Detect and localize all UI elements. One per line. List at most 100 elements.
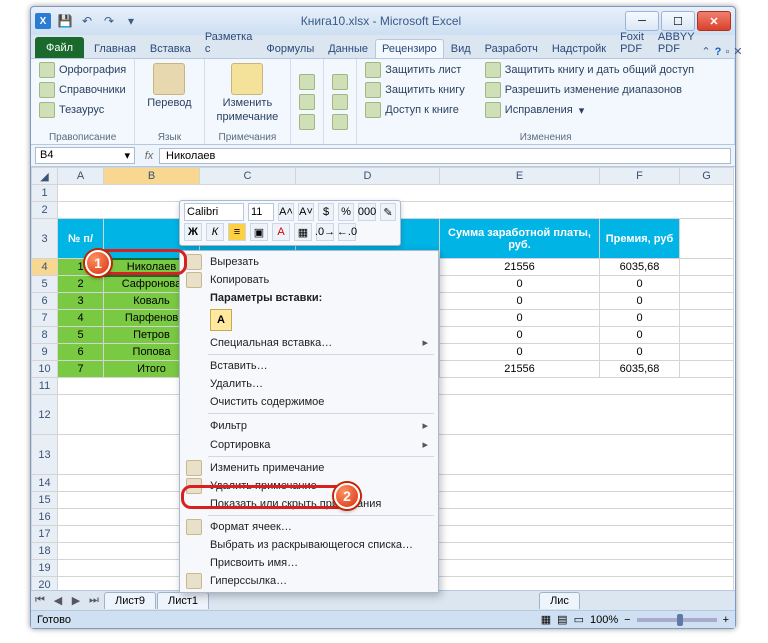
- cell[interactable]: 6035,68: [600, 259, 680, 276]
- mdi-close-icon[interactable]: ✕: [733, 45, 742, 58]
- protect-share-button[interactable]: Защитить книгу и дать общий доступ: [483, 61, 696, 79]
- ctx-insert[interactable]: Вставить…: [182, 357, 436, 375]
- share-book-button[interactable]: Доступ к книге: [363, 101, 467, 119]
- row-header[interactable]: 11: [32, 378, 58, 395]
- tab-layout[interactable]: Разметка с: [198, 27, 260, 58]
- row-header[interactable]: 7: [32, 310, 58, 327]
- row-header[interactable]: 17: [32, 526, 58, 543]
- row-header[interactable]: 9: [32, 344, 58, 361]
- close-button[interactable]: ✕: [697, 11, 731, 31]
- ctx-filter[interactable]: Фильтр▸: [182, 416, 436, 435]
- ctx-clear[interactable]: Очистить содержимое: [182, 393, 436, 411]
- ctx-copy[interactable]: Копировать: [182, 271, 436, 289]
- qat-dropdown-icon[interactable]: ▾: [123, 13, 139, 29]
- minimize-ribbon-icon[interactable]: ⌃: [701, 45, 710, 58]
- cell[interactable]: 0: [440, 344, 600, 361]
- cell[interactable]: 4: [58, 310, 104, 327]
- increase-decimal-icon[interactable]: .0→: [316, 223, 334, 241]
- cell[interactable]: 0: [440, 293, 600, 310]
- percent-format-icon[interactable]: %: [338, 203, 354, 221]
- sheet-nav-last[interactable]: ⏭: [85, 594, 103, 607]
- tab-data[interactable]: Данные: [321, 39, 375, 58]
- zoom-in-button[interactable]: +: [723, 614, 729, 626]
- accounting-format-icon[interactable]: $: [318, 203, 334, 221]
- translate-button[interactable]: Перевод: [141, 61, 197, 111]
- protect-book-button[interactable]: Защитить книгу: [363, 81, 467, 99]
- comment-delete-button[interactable]: [297, 73, 317, 91]
- cell[interactable]: 2: [58, 276, 104, 293]
- cell[interactable]: 0: [440, 327, 600, 344]
- view-break-icon[interactable]: ▭: [574, 613, 584, 626]
- ctx-define-name[interactable]: Присвоить имя…: [182, 554, 436, 572]
- row-header[interactable]: 8: [32, 327, 58, 344]
- ctx-cut[interactable]: Вырезать: [182, 253, 436, 271]
- grow-font-icon[interactable]: A˄: [278, 203, 294, 221]
- shrink-font-icon[interactable]: A˅: [298, 203, 314, 221]
- fx-icon[interactable]: fx: [139, 150, 159, 162]
- align-center-icon[interactable]: ≡: [228, 223, 246, 241]
- row-header[interactable]: 2: [32, 202, 58, 219]
- row-header[interactable]: 4: [32, 259, 58, 276]
- row-header[interactable]: 16: [32, 509, 58, 526]
- comma-format-icon[interactable]: 000: [358, 203, 376, 221]
- tab-home[interactable]: Главная: [87, 39, 143, 58]
- save-icon[interactable]: 💾: [57, 13, 73, 29]
- edit-comment-button[interactable]: Изменитьпримечание: [211, 61, 285, 125]
- show-ink-button[interactable]: [330, 113, 350, 131]
- row-header[interactable]: 19: [32, 560, 58, 577]
- zoom-slider[interactable]: [637, 618, 717, 622]
- comment-prev-button[interactable]: [297, 93, 317, 111]
- tab-formulas[interactable]: Формулы: [259, 39, 321, 58]
- font-color-icon[interactable]: A: [272, 223, 290, 241]
- tab-foxit[interactable]: Foxit PDF: [613, 27, 651, 58]
- sheet-nav-first[interactable]: ⏮: [31, 594, 49, 607]
- bold-icon[interactable]: Ж: [184, 223, 202, 241]
- thesaurus-button[interactable]: Тезаурус: [37, 101, 128, 119]
- paste-option-a[interactable]: A: [210, 309, 232, 331]
- cell[interactable]: 0: [600, 310, 680, 327]
- row-header[interactable]: 12: [32, 395, 58, 435]
- ctx-edit-comment[interactable]: Изменить примечание: [182, 459, 436, 477]
- row-header[interactable]: 1: [32, 185, 58, 202]
- col-header-a[interactable]: A: [58, 168, 104, 185]
- mini-font-select[interactable]: [184, 203, 244, 221]
- cell[interactable]: 0: [600, 344, 680, 361]
- fill-color-icon[interactable]: ▣: [250, 223, 268, 241]
- cell[interactable]: 5: [58, 327, 104, 344]
- row-header[interactable]: 14: [32, 475, 58, 492]
- ctx-paste-special[interactable]: Специальная вставка…▸: [182, 333, 436, 352]
- decrease-decimal-icon[interactable]: ←.0: [338, 223, 356, 241]
- row-header[interactable]: 15: [32, 492, 58, 509]
- tab-addins[interactable]: Надстройк: [545, 39, 613, 58]
- spellcheck-button[interactable]: Орфография: [37, 61, 128, 79]
- show-comment-button[interactable]: [330, 73, 350, 91]
- undo-icon[interactable]: ↶: [79, 13, 95, 29]
- sheet-nav-next[interactable]: ▶: [67, 594, 85, 607]
- cell[interactable]: 0: [600, 293, 680, 310]
- cell[interactable]: 6: [58, 344, 104, 361]
- tab-view[interactable]: Вид: [444, 39, 478, 58]
- row-header[interactable]: 6: [32, 293, 58, 310]
- select-all-button[interactable]: ◢: [32, 168, 58, 185]
- tab-review[interactable]: Рецензиро: [375, 39, 444, 58]
- mini-size-select[interactable]: [248, 203, 274, 221]
- tab-developer[interactable]: Разработч: [478, 39, 545, 58]
- track-changes-button[interactable]: Исправления▾: [483, 101, 696, 119]
- ctx-pick-from-list[interactable]: Выбрать из раскрывающегося списка…: [182, 536, 436, 554]
- tab-insert[interactable]: Вставка: [143, 39, 198, 58]
- col-header-f[interactable]: F: [600, 168, 680, 185]
- protect-sheet-button[interactable]: Защитить лист: [363, 61, 467, 79]
- redo-icon[interactable]: ↷: [101, 13, 117, 29]
- format-painter-icon[interactable]: ✎: [380, 203, 396, 221]
- borders-icon[interactable]: ▦: [294, 223, 312, 241]
- view-layout-icon[interactable]: ▤: [557, 613, 567, 626]
- row-header[interactable]: 5: [32, 276, 58, 293]
- research-button[interactable]: Справочники: [37, 81, 128, 99]
- italic-icon[interactable]: К: [206, 223, 224, 241]
- cell[interactable]: 21556: [440, 259, 600, 276]
- mdi-restore-icon[interactable]: ▫: [725, 46, 729, 58]
- help-icon[interactable]: ?: [715, 46, 722, 58]
- tab-abbyy[interactable]: ABBYY PDF: [651, 27, 702, 58]
- sheet-tab[interactable]: Лис: [539, 592, 580, 609]
- comment-next-button[interactable]: [297, 113, 317, 131]
